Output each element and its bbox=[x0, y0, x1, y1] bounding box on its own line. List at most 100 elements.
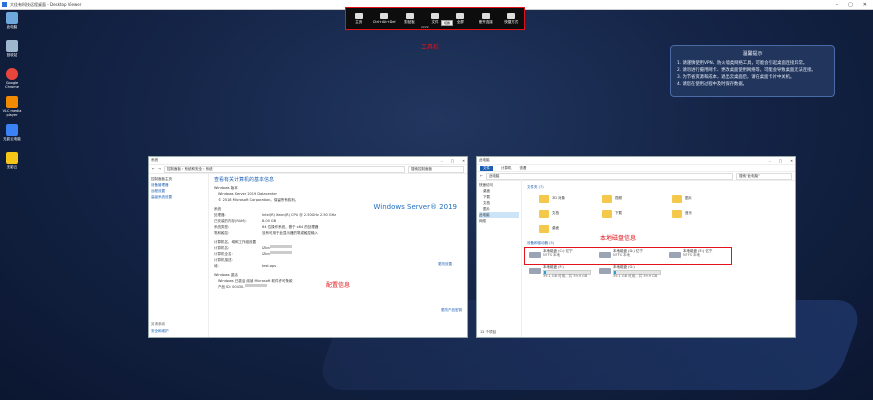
desktop-icon-vlc[interactable]: VLC media player bbox=[2, 96, 22, 117]
security-link[interactable]: 安全和维护 bbox=[151, 328, 169, 334]
drive-item[interactable]: 本地磁盘 (C:) 亿宁 NTFS 本地 bbox=[529, 249, 593, 263]
viewer-title: 大佳有科技远程桌面 - Desktop Viewer bbox=[10, 1, 82, 7]
folder-item[interactable]: 下载 bbox=[602, 209, 652, 221]
windows-brand: Windows Server® 2019 bbox=[373, 203, 457, 211]
folder-item[interactable]: 音乐 bbox=[672, 209, 722, 221]
close-button[interactable]: ✕ bbox=[462, 159, 465, 163]
wuying-icon bbox=[6, 152, 18, 164]
search-input[interactable]: 搜索"此电脑" bbox=[736, 172, 792, 180]
window-titlebar: 系统 – ▢ ✕ bbox=[149, 157, 467, 165]
close-button[interactable]: ✕ bbox=[863, 2, 867, 8]
home-icon bbox=[354, 12, 363, 19]
grid-icon bbox=[507, 12, 516, 19]
back-icon[interactable]: ← bbox=[480, 174, 483, 178]
toolbar-tooltip: 切换 bbox=[441, 20, 454, 26]
close-button[interactable]: ✕ bbox=[790, 159, 793, 163]
search-input[interactable]: 搜索控制面板 bbox=[408, 165, 464, 173]
drive-icon bbox=[529, 252, 541, 258]
maximize-button[interactable]: ▢ bbox=[848, 2, 853, 8]
minimize-button[interactable]: – bbox=[836, 2, 839, 8]
remote-toolbar: 主页 Ctrl+Alt+Del 剪贴板 文件 全屏 断开连接 快捷方式 bbox=[345, 7, 525, 30]
keyboard-icon bbox=[380, 13, 389, 19]
address-bar: ← 此电脑 搜索"此电脑" bbox=[477, 172, 795, 181]
redacted-mask bbox=[244, 284, 267, 287]
toolbar-home-button[interactable]: 主页 bbox=[350, 12, 368, 25]
toolbar-disconnect-button[interactable]: 断开连接 bbox=[477, 12, 495, 25]
tab-computer[interactable]: 计算机 bbox=[501, 166, 512, 171]
breadcrumb[interactable]: 控制面板 › 系统和安全 › 系统 bbox=[163, 165, 405, 173]
notice-title: 温馨提示 bbox=[742, 51, 763, 57]
page-title: 查看有关计算机的基本信息 bbox=[214, 177, 275, 183]
maximize-button[interactable]: ▢ bbox=[779, 159, 782, 163]
chrome-icon bbox=[6, 68, 18, 80]
toolbar-shortcut-button[interactable]: 快捷方式 bbox=[502, 12, 520, 25]
notice-panel: 温馨提示 1. 请谨慎使用VPN、防火墙类网络工具，可能会引起桌面连接异常。 2… bbox=[670, 45, 835, 97]
notice-line: 2. 请勿进行摄用网卡、更改桌面使用网络等，可能会导致桌面无法连接。 bbox=[677, 68, 816, 73]
drive-icon bbox=[599, 252, 611, 258]
toolbar-fullscreen-button[interactable]: 全屏 bbox=[451, 12, 469, 25]
toolbar-clipboard-button[interactable]: 剪贴板 bbox=[401, 12, 419, 25]
ribbon-tabs: 文件 计算机 查看 bbox=[477, 165, 795, 172]
desktop-icon-recycle-bin[interactable]: 回收站 bbox=[2, 40, 22, 57]
drives-heading: 设备和驱动器 (5) bbox=[527, 241, 555, 245]
tab-file[interactable]: 文件 bbox=[480, 165, 493, 171]
config-annotation: 配置信息 bbox=[326, 282, 351, 289]
drive-item[interactable]: 本地磁盘 (D:) 亿宁 NTFS 本地 bbox=[599, 249, 663, 263]
minimize-button[interactable]: – bbox=[769, 159, 771, 163]
drive-item[interactable]: 本地磁盘 (F:) 39.1 GB 可用，共 39.9 GB bbox=[529, 265, 593, 279]
drive-icon bbox=[669, 252, 681, 258]
folder-icon bbox=[539, 210, 549, 218]
info-value: test.ops bbox=[262, 264, 277, 268]
drive-icon bbox=[529, 268, 541, 274]
folder-item[interactable]: 图片 bbox=[672, 194, 722, 206]
redacted-mask bbox=[269, 251, 292, 254]
info-row: 笔和触控: 没有可用于此显示器的笔或触控输入 bbox=[214, 230, 464, 236]
cloud-pc-icon bbox=[6, 124, 18, 136]
desktop-icon-this-pc[interactable]: 此电脑 bbox=[2, 12, 22, 29]
sidebar-item-advanced[interactable]: 高级系统设置 bbox=[151, 194, 206, 200]
system-info-window: 系统 – ▢ ✕ ← → 控制面板 › 系统和安全 › 系统 搜索控制面板 控制面板… bbox=[148, 156, 468, 338]
forward-icon[interactable]: → bbox=[158, 167, 161, 171]
app-icon bbox=[2, 2, 7, 7]
notice-line: 3. 为节省资源和成本，退出云桌面后，请在桌面卡片中关机。 bbox=[677, 75, 795, 80]
status-bar: 12 个项目 bbox=[480, 330, 497, 334]
desktop-icon-chrome[interactable]: Google Chrome bbox=[2, 68, 22, 89]
change-settings-link[interactable]: 更改设置 bbox=[438, 262, 452, 267]
back-icon[interactable]: ← bbox=[152, 167, 155, 171]
explorer-window: 此电脑 – ▢ ✕ 文件 计算机 查看 ← 此电脑 搜索"此电脑" 快速访问 桌面 … bbox=[476, 156, 796, 338]
info-value: iZbn bbox=[262, 252, 270, 256]
folder-icon bbox=[672, 195, 682, 203]
sidebar-item-network[interactable]: 网络 bbox=[479, 218, 519, 224]
desktop-icon-cloud-pc[interactable]: 无影云电脑 bbox=[2, 124, 22, 141]
minimize-button[interactable]: – bbox=[441, 159, 443, 163]
notice-line: 4. 请您在使用过程中及时保存数据。 bbox=[677, 82, 747, 87]
window-titlebar: 此电脑 – ▢ ✕ bbox=[477, 157, 795, 165]
sidebar: 快速访问 桌面 下载 文档 图片 此电脑 网络 bbox=[477, 179, 522, 337]
folder-item[interactable]: 3D 对象 bbox=[539, 194, 589, 206]
toolbar-ctrl-alt-del-button[interactable]: Ctrl+Alt+Del bbox=[373, 13, 395, 24]
copyright-text: © 2018 Microsoft Corporation。保留所有权利。 bbox=[218, 198, 299, 202]
tab-view[interactable]: 查看 bbox=[520, 166, 527, 171]
desktop-icon-wuying[interactable]: 无影云 bbox=[2, 152, 22, 169]
usb-icon bbox=[430, 12, 439, 19]
sidebar: 控制面板主页 设备管理器 远程设置 高级系统设置 另请参阅 安全和维护 bbox=[149, 173, 209, 337]
drive-item[interactable]: 本地磁盘 (E:) 亿宁 NTFS 本地 bbox=[669, 249, 733, 263]
info-key: 域: bbox=[214, 264, 219, 268]
breadcrumb[interactable]: 此电脑 bbox=[485, 172, 733, 180]
recycle-bin-icon bbox=[6, 40, 18, 52]
folder-item[interactable]: 桌面 bbox=[539, 224, 589, 236]
system-window-title: 系统 bbox=[151, 158, 158, 162]
folder-icon bbox=[672, 210, 682, 218]
change-key-link[interactable]: 更改产品密钥 bbox=[441, 308, 462, 313]
folder-icon bbox=[539, 195, 549, 203]
computer-icon bbox=[6, 12, 18, 24]
see-also-label: 另请参阅 bbox=[151, 322, 165, 326]
maximize-button[interactable]: ▢ bbox=[451, 159, 454, 163]
folder-item[interactable]: 文档 bbox=[539, 209, 589, 221]
toolbar-sub-value: 2222 bbox=[421, 25, 429, 29]
vlc-icon bbox=[6, 96, 18, 108]
drive-item[interactable]: 本地磁盘 (G:) 39.1 GB 可用，共 39.9 GB bbox=[599, 265, 663, 279]
product-id: 产品 ID: 00430- bbox=[218, 285, 245, 289]
clipboard-icon bbox=[405, 12, 414, 19]
folder-item[interactable]: 视频 bbox=[602, 194, 652, 206]
